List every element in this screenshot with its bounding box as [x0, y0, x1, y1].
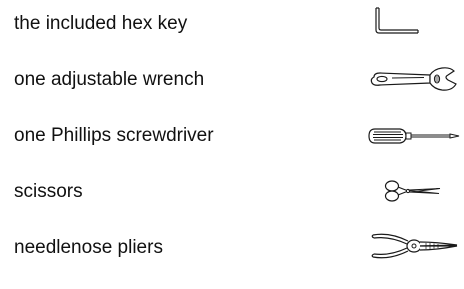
tools-list: the included hex key one adjustable wren… [0, 0, 464, 289]
tool-item-phillips-screwdriver: one Phillips screwdriver [0, 117, 464, 157]
hex-key-icon [374, 6, 420, 36]
tool-item-adjustable-wrench: one adjustable wrench [0, 61, 464, 101]
adjustable-wrench-icon [368, 65, 462, 95]
tool-label: one Phillips screwdriver [14, 125, 214, 146]
tool-label: scissors [14, 181, 83, 202]
tool-item-hex-key: the included hex key [0, 5, 464, 45]
tool-item-needlenose-pliers: needlenose pliers [0, 229, 464, 269]
phillips-screwdriver-icon [366, 123, 462, 149]
tool-label: one adjustable wrench [14, 69, 205, 90]
scissors-icon [383, 177, 443, 205]
tool-item-scissors: scissors [0, 173, 464, 213]
tool-label: needlenose pliers [14, 237, 163, 258]
tool-label: the included hex key [14, 13, 188, 34]
needlenose-pliers-icon [370, 230, 460, 262]
